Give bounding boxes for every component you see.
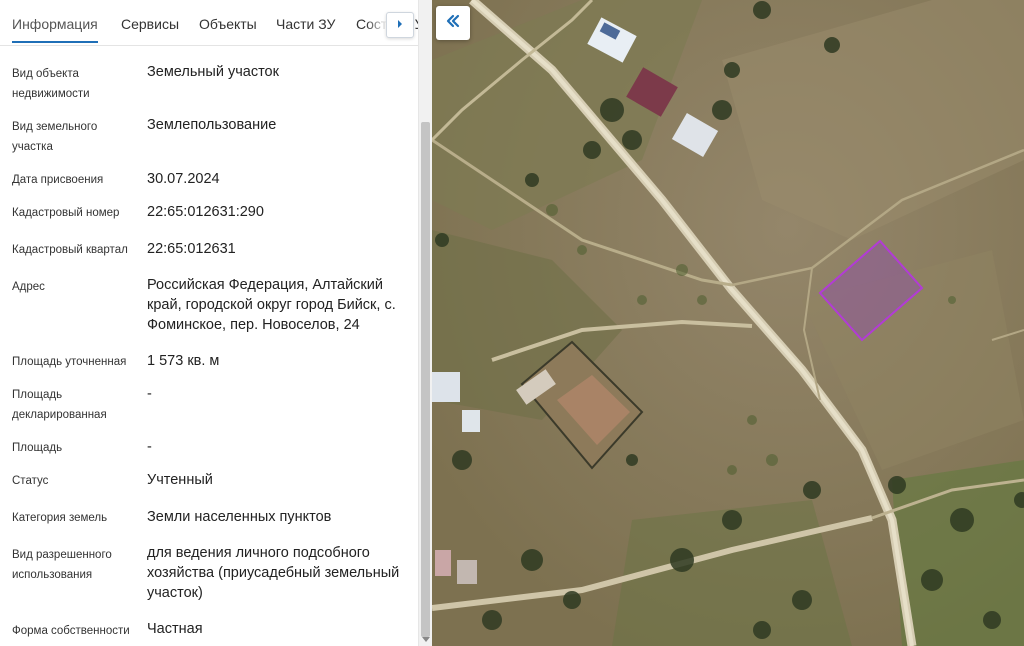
tab-objects[interactable]: Объекты: [199, 0, 257, 46]
property-label: Категория земель: [12, 512, 108, 524]
tab-information[interactable]: Информация: [12, 0, 98, 43]
property-value: для ведения личного подсобного хозяйства…: [147, 545, 400, 601]
tab-fade: [366, 0, 388, 44]
property-label: Вид разрешенного использования: [12, 549, 112, 581]
properties-list: Вид объекта недвижимости Земельный участ…: [0, 46, 418, 646]
property-label: Адрес: [12, 281, 45, 293]
property-label: Статус: [12, 475, 49, 487]
chevron-right-icon: [396, 16, 404, 34]
scrollbar-thumb[interactable]: [421, 122, 430, 637]
info-panel: Информация Сервисы Объекты Части ЗУ Сост…: [0, 0, 432, 646]
property-value: 30.07.2024: [147, 171, 220, 187]
property-value: 22:65:012631:290: [147, 204, 264, 220]
property-value: Земельный участок: [147, 64, 279, 80]
tab-parcel-parts[interactable]: Части ЗУ: [276, 0, 335, 46]
double-chevron-left-icon: [445, 14, 461, 33]
property-value: 22:65:012631: [147, 241, 236, 257]
tab-scroll-next-button[interactable]: [386, 12, 414, 38]
tab-bar: Информация Сервисы Объекты Части ЗУ Сост…: [0, 0, 418, 46]
property-label: Площадь декларированная: [12, 389, 107, 421]
property-value: -: [147, 439, 152, 455]
property-value: -: [147, 386, 152, 402]
property-label: Площадь: [12, 442, 63, 454]
property-value: Частная: [147, 621, 203, 637]
tab-services[interactable]: Сервисы: [121, 0, 179, 46]
scroll-down-arrow-icon[interactable]: [422, 637, 430, 642]
property-label: Кадастровый квартал: [12, 244, 128, 256]
status-value: Учтенный: [147, 472, 213, 488]
satellite-map[interactable]: [432, 0, 1024, 646]
property-value: 1 573 кв. м: [147, 353, 220, 369]
property-label: Площадь уточненная: [12, 356, 127, 368]
collapse-panel-button[interactable]: [436, 6, 470, 40]
map-imagery: [432, 0, 1024, 646]
property-label: Форма собственности: [12, 625, 130, 637]
panel-scrollbar[interactable]: [418, 0, 432, 646]
property-value: Землепользование: [147, 117, 277, 133]
property-label: Дата присвоения: [12, 174, 104, 186]
property-label: Кадастровый номер: [12, 207, 120, 219]
property-label: Вид земельного участка: [12, 121, 98, 153]
property-label: Вид объекта недвижимости: [12, 68, 90, 100]
property-value: Земли населенных пунктов: [147, 509, 332, 525]
address-value: Российская Федерация, Алтайский край, го…: [147, 277, 396, 333]
